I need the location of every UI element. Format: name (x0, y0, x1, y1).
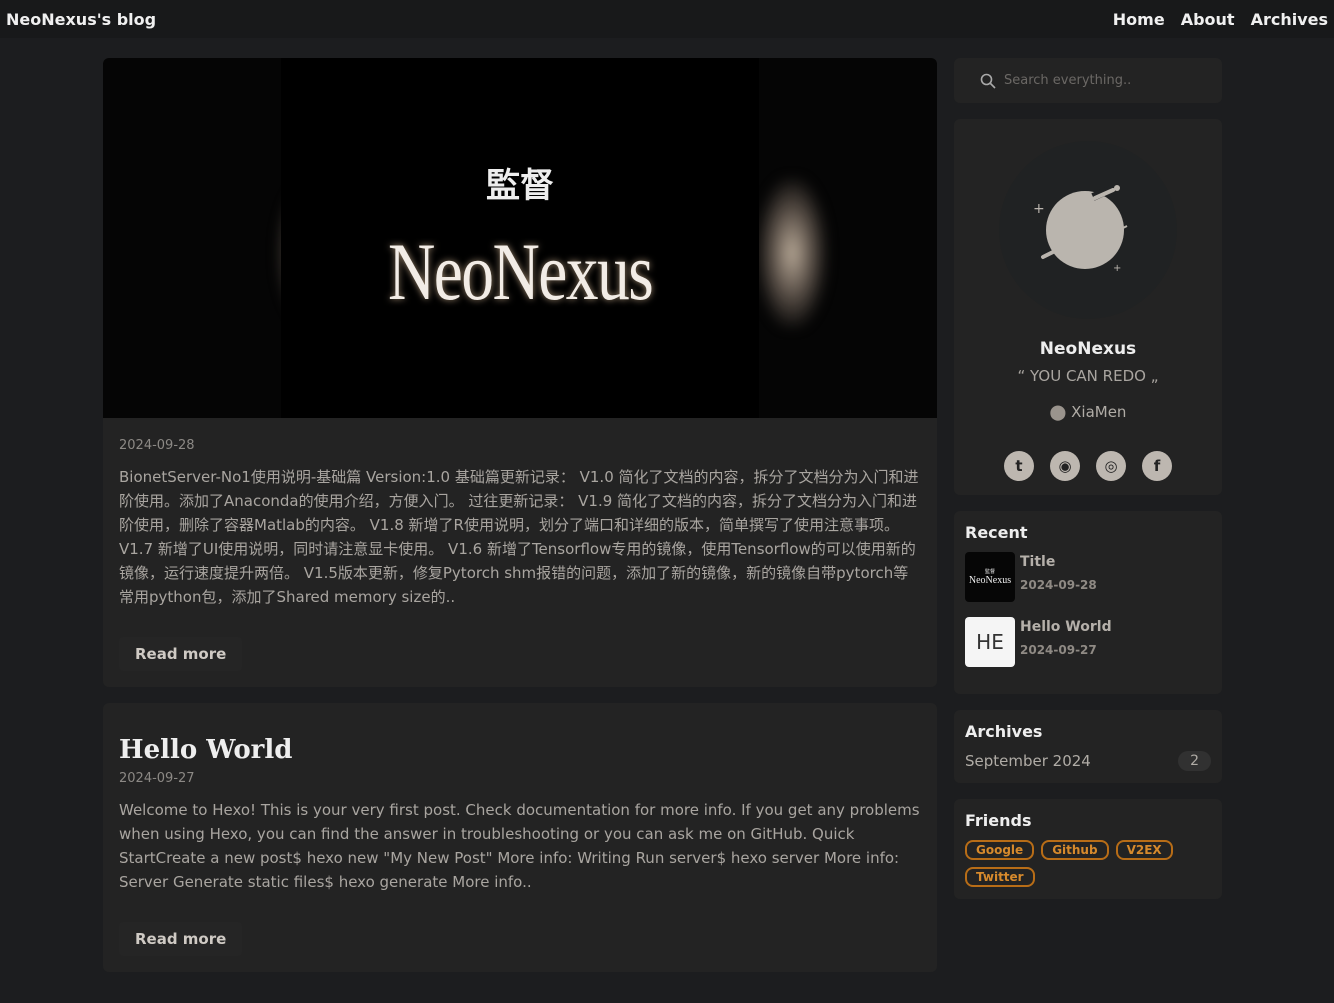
archives-title: Archives (965, 722, 1043, 741)
social-links: t ◉ ◎ f (965, 451, 1211, 481)
thumb-logo: NeoNexus (968, 575, 1012, 586)
twitter-icon[interactable]: t (1004, 451, 1034, 481)
nav-archives[interactable]: Archives (1251, 10, 1328, 29)
archive-label: September 2024 (965, 752, 1091, 770)
search-box[interactable]: Search everything.. (954, 58, 1222, 103)
read-more-button[interactable]: Read more (119, 922, 243, 956)
recent-item-title[interactable]: Title (1020, 554, 1097, 570)
thumb-kanji: 監督 (984, 570, 995, 575)
planet-logo-icon: ++ (1033, 185, 1128, 274)
post-cover-image[interactable]: 監督 NeoNexus (103, 58, 937, 418)
avatar: + + (999, 141, 1177, 319)
search-input[interactable]: Search everything.. (1004, 73, 1131, 88)
profile-location: ⬤ XiaMen (965, 403, 1211, 421)
sidebar: Search everything.. + + NeoNexus “ YOU CA… (954, 58, 1222, 915)
friend-link-v2ex[interactable]: V2EX (1115, 840, 1173, 860)
recent-item[interactable]: HE Hello World 2024-09-27 (965, 617, 1211, 667)
profile-motto: “ YOU CAN REDO „ (965, 367, 1211, 385)
archive-item[interactable]: September 2024 2 (965, 751, 1211, 771)
recent-thumbnail: HE (965, 617, 1015, 667)
motto-text: YOU CAN REDO (1030, 367, 1146, 385)
post-list: 監督 NeoNexus 2024-09-28 BionetServer-No1使… (103, 58, 937, 988)
archive-count: 2 (1178, 751, 1211, 771)
github-icon[interactable]: ◉ (1050, 451, 1080, 481)
blog-brand-link[interactable]: NeoNexus's blog (6, 10, 156, 29)
archives-widget: Archives September 2024 2 (954, 710, 1222, 783)
recent-item-date: 2024-09-27 (1020, 643, 1097, 657)
post-card: 監督 NeoNexus 2024-09-28 BionetServer-No1使… (103, 58, 937, 687)
friends-widget: Friends Google Github V2EX Twitter (954, 799, 1222, 899)
friend-link-github[interactable]: Github (1041, 840, 1109, 860)
svg-text:+: + (1033, 201, 1045, 217)
friends-title: Friends (965, 811, 1032, 830)
friend-link-twitter[interactable]: Twitter (965, 867, 1035, 887)
facebook-icon[interactable]: f (1142, 451, 1172, 481)
recent-thumbnail: 監督 NeoNexus (965, 552, 1015, 602)
close-quote: „ (1150, 367, 1159, 385)
navbar: NeoNexus's blog Home About Archives (0, 0, 1334, 38)
nav-about[interactable]: About (1181, 10, 1235, 29)
recent-item-date: 2024-09-28 (1020, 578, 1097, 592)
open-quote: “ (1017, 367, 1026, 385)
read-more-button[interactable]: Read more (119, 637, 243, 671)
friend-link-google[interactable]: Google (965, 840, 1035, 860)
cover-kanji: 監督 (486, 165, 554, 206)
instagram-icon[interactable]: ◎ (1096, 451, 1126, 481)
location-pin-icon: ⬤ (1049, 403, 1067, 421)
post-date: 2024-09-27 (119, 771, 195, 786)
post-excerpt: BionetServer-No1使用说明-基础篇 Version:1.0 基础篇… (119, 468, 919, 606)
profile-name: NeoNexus (1039, 339, 1137, 359)
nav-links: Home About Archives (1113, 10, 1328, 29)
cover-logo: NeoNexus (387, 225, 654, 317)
search-icon (980, 73, 996, 89)
post-card: Hello World 2024-09-27 Welcome to Hexo! … (103, 703, 937, 972)
profile-card: + + NeoNexus “ YOU CAN REDO „ ⬤ XiaMen t … (954, 119, 1222, 495)
post-date: 2024-09-28 (119, 438, 195, 453)
recent-item-title[interactable]: Hello World (1020, 619, 1112, 635)
recent-title: Recent (965, 523, 1028, 542)
post-title[interactable]: Hello World (119, 735, 921, 765)
recent-posts: Recent 監督 NeoNexus Title 2024-09-28 HE Hel… (954, 511, 1222, 694)
nav-home[interactable]: Home (1113, 10, 1165, 29)
recent-item[interactable]: 監督 NeoNexus Title 2024-09-28 (965, 552, 1211, 602)
svg-text:+: + (1113, 263, 1121, 274)
location-text: XiaMen (1071, 403, 1127, 421)
post-excerpt: Welcome to Hexo! This is your very first… (119, 801, 920, 891)
